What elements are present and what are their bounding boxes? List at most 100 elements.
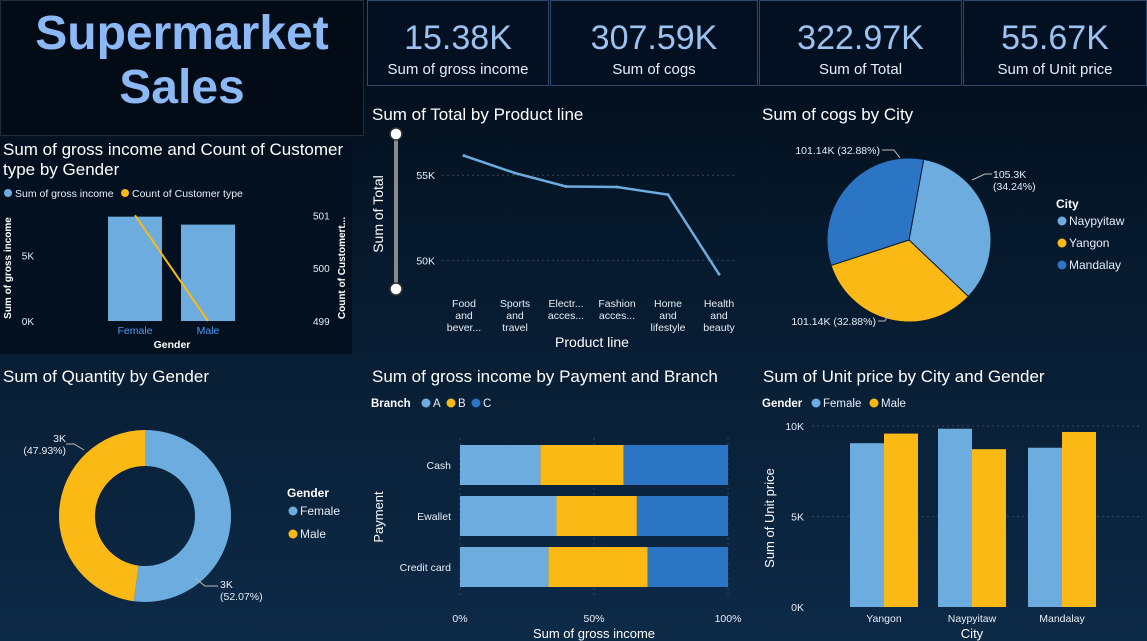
y-axis-title: Payment [371, 491, 386, 543]
unit-price-by-city-plot: Gender Female Male 0K 5K 10K Yangon Naypyitaw Ma… [762, 398, 1142, 641]
legend-dot-yangon [1057, 238, 1067, 248]
legend-dot-male [288, 529, 298, 539]
range-slider-handle-bottom[interactable] [389, 282, 403, 296]
kpi-value: 307.59K [590, 19, 718, 57]
point-electr [564, 184, 568, 188]
x-tick-label: 50% [583, 613, 604, 625]
legend-dot-female [288, 506, 298, 516]
legend-dot-male [869, 398, 879, 408]
x-tick-label: 0% [452, 613, 467, 625]
kpi-label: Sum of gross income [387, 61, 529, 78]
point-food [462, 154, 466, 158]
gross-by-payment-plot: Branch A B C 0% 50% 100% Cash Ewallet Credit card… [371, 398, 741, 641]
gender-combo-chart[interactable]: Sum of gross income Count of Customer ty… [0, 180, 356, 356]
bar-credit-card-branch-a [460, 547, 549, 587]
legend-gross-income: Sum of gross income [15, 188, 114, 200]
series-line-total [463, 154, 721, 275]
kpi-card-gross-income[interactable]: 15.38K Sum of gross income [367, 0, 549, 86]
bar-gross-income-female [108, 216, 162, 321]
bar-mandalay-female [1028, 447, 1062, 607]
range-slider-handle-top[interactable] [389, 127, 403, 141]
y-axis-title: Sum of Unit price [762, 468, 777, 568]
bar-naypyitaw-female [938, 428, 972, 607]
legend-dot-gross-income [4, 189, 12, 197]
x-tick-label: Yangon [866, 613, 902, 625]
gross-by-payment-chart[interactable]: Branch A B C 0% 50% 100% Cash Ewallet Credit card… [362, 390, 752, 641]
leader-line-male [66, 443, 85, 451]
donut-slice-female [133, 430, 231, 602]
kpi-card-total[interactable]: 322.97K Sum of Total [759, 0, 962, 86]
point-home [666, 193, 670, 197]
unit-price-by-city-title: Sum of Unit price by City and Gender [763, 367, 1045, 386]
x-axis-title: Sum of gross income [533, 626, 655, 641]
legend-item-branch-a: A [433, 398, 441, 410]
legend-item-naypyitaw: Naypyitaw [1069, 214, 1125, 228]
bar-credit-card-branch-c [647, 547, 728, 587]
data-label-naypyitaw-pct: (34.24%) [993, 181, 1036, 193]
kpi-label: Sum of Total [818, 61, 903, 78]
x-tick-label: Fashion acces... [598, 298, 636, 322]
bar-cash-branch-c [623, 445, 728, 485]
bar-mandalay-male [1062, 431, 1096, 607]
kpi-value: 322.97K [797, 19, 924, 57]
gender-combo-title: Sum of gross income and Count of Custome… [3, 140, 344, 179]
legend-item-yangon: Yangon [1069, 236, 1109, 250]
dashboard-title-box: Supermarket Sales [0, 0, 364, 136]
y2-tick-label: 501 [313, 211, 330, 222]
x-axis-title: Gender [154, 339, 191, 351]
data-label-mandalay: 101.14K (32.88%) [795, 145, 880, 157]
point-sports [513, 171, 517, 175]
kpi-card-unit-price[interactable]: 55.67K Sum of Unit price [963, 0, 1147, 86]
data-label-male-pct: (47.93%) [23, 445, 66, 457]
bar-ewallet-branch-c [636, 496, 728, 536]
y-tick-label: Credit card [400, 562, 452, 574]
x-axis-title: City [961, 626, 984, 641]
legend-title: Gender [287, 486, 329, 500]
data-label-naypyitaw: 105.3K [993, 169, 1026, 181]
total-by-product-plot: 50K 55K Food and bever... Sports and travel Elec… [370, 154, 736, 350]
legend-item-branch-b: B [458, 398, 466, 410]
legend-item-branch-c: C [483, 398, 491, 410]
legend-item-female: Female [823, 398, 861, 410]
x-tick-label: Electr... acces... [548, 298, 584, 322]
y-tick-label: 10K [785, 421, 804, 433]
kpi-label: Sum of cogs [612, 61, 696, 78]
bar-naypyitaw-male [972, 449, 1006, 607]
x-tick-label: Mandalay [1039, 613, 1085, 625]
legend-title: Branch [371, 398, 411, 410]
gender-combo-plot: 0K 5K 499 500 501 Female Male Gender Sum of gros… [3, 211, 348, 351]
legend-customer-count: Count of Customer type [132, 188, 243, 200]
gross-by-payment-title: Sum of gross income by Payment and Branc… [372, 367, 718, 386]
data-label-yangon: 101.14K (32.88%) [791, 316, 876, 328]
cogs-by-city-plot: 105.3K(34.24%) 101.14K (32.88%) 101.14K (3… [791, 145, 1124, 328]
legend-title: City [1056, 197, 1079, 211]
legend-dot-mandalay [1057, 260, 1067, 270]
y-tick-label: 0K [791, 602, 804, 614]
qty-by-gender-chart[interactable]: 3K(52.07%)3K(47.93%)GenderFemaleMale [0, 390, 360, 630]
legend-dot-customer-count [121, 189, 129, 197]
x-tick-label: Naypyitaw [948, 613, 997, 625]
leader-line-mandalay [882, 149, 901, 159]
x-tick-label: Home and lifestyle [650, 298, 685, 334]
legend-dot-branch-b [446, 398, 456, 408]
unit-price-by-city-chart[interactable]: Gender Female Male 0K 5K 10K Yangon Naypyitaw Ma… [752, 390, 1147, 641]
x-tick-label: Health and beauty [703, 298, 735, 334]
y2-axis-title: Count of Customert... [337, 217, 348, 319]
y2-tick-label: 499 [313, 317, 330, 328]
cogs-by-city-chart[interactable]: 105.3K(34.24%) 101.14K (32.88%) 101.14K (3… [752, 130, 1147, 356]
legend-dot-branch-c [471, 398, 481, 408]
kpi-card-cogs[interactable]: 307.59K Sum of cogs [550, 0, 758, 86]
dashboard-title: Supermarket Sales [35, 7, 329, 114]
qty-by-gender-plot: 3K(52.07%)3K(47.93%)GenderFemaleMale [23, 430, 340, 603]
bar-ewallet-branch-a [460, 496, 557, 536]
total-by-product-chart[interactable]: 50K 55K Food and bever... Sports and travel Elec… [362, 124, 752, 354]
legend-title: Gender [762, 398, 803, 410]
bar-cash-branch-b [540, 445, 624, 485]
legend-dot-female [811, 398, 821, 408]
data-label-male: 3K [53, 433, 66, 445]
y2-tick-label: 500 [313, 264, 330, 275]
y-tick-label: 50K [416, 255, 435, 267]
y-axis-title: Sum of Total [370, 175, 386, 253]
y-axis-title: Sum of gross income [3, 217, 14, 319]
bar-yangon-male [884, 433, 918, 607]
